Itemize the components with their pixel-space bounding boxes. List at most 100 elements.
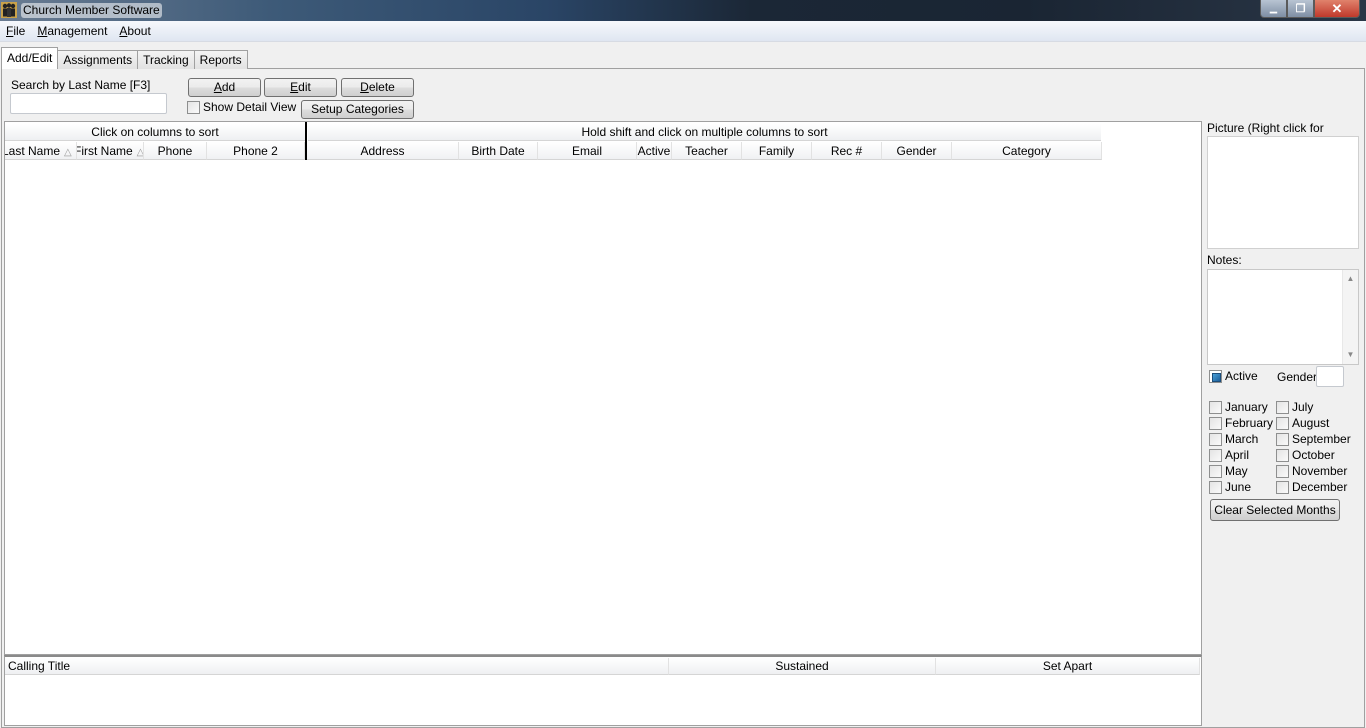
show-detail-view-option[interactable]: Show Detail View <box>187 100 296 114</box>
month-january[interactable]: January <box>1209 400 1268 414</box>
tab-tracking[interactable]: Tracking <box>137 50 195 69</box>
tab-strip: Add/Edit Assignments Tracking Reports <box>0 47 248 69</box>
callings-grid[interactable]: Calling Title Sustained Set Apart <box>4 655 1202 726</box>
column-header-phone[interactable]: Phone <box>144 142 207 160</box>
menu-about-label: bout <box>127 24 151 38</box>
menu-management-label: anagement <box>47 24 108 38</box>
month-checkbox[interactable] <box>1209 480 1222 494</box>
month-february[interactable]: February <box>1209 416 1273 430</box>
column-header-teacher[interactable]: Teacher <box>672 142 742 160</box>
month-may[interactable]: May <box>1209 464 1248 478</box>
column-header-family[interactable]: Family <box>742 142 812 160</box>
tab-add-edit[interactable]: Add/Edit <box>1 47 59 69</box>
active-checkbox[interactable] <box>1209 369 1222 383</box>
month-checkbox[interactable] <box>1276 464 1289 478</box>
add-label: dd <box>221 80 236 94</box>
month-checkbox[interactable] <box>1276 480 1289 494</box>
column-header-last-name[interactable]: Last Name △ <box>5 142 77 160</box>
month-july[interactable]: July <box>1276 400 1313 414</box>
month-checkbox[interactable] <box>1209 416 1222 430</box>
month-september[interactable]: September <box>1276 432 1351 446</box>
month-label: August <box>1292 416 1330 430</box>
scroll-down-icon[interactable]: ▼ <box>1343 348 1358 362</box>
setup-categories-button[interactable]: Setup Categories <box>301 100 414 119</box>
column-header-rec-number[interactable]: Rec # <box>812 142 882 160</box>
members-grid[interactable]: Click on columns to sort Hold shift and … <box>4 121 1202 655</box>
month-november[interactable]: November <box>1276 464 1347 478</box>
delete-button[interactable]: Delete <box>341 78 414 97</box>
column-header-set-apart[interactable]: Set Apart <box>936 658 1200 675</box>
sort-ascending-icon: △ <box>136 147 144 158</box>
month-december[interactable]: December <box>1276 480 1347 494</box>
column-header-email[interactable]: Email <box>538 142 637 160</box>
month-label: April <box>1225 448 1250 462</box>
month-april[interactable]: April <box>1209 448 1249 462</box>
column-header-phone-2[interactable]: Phone 2 <box>207 142 305 160</box>
month-label: July <box>1292 400 1314 414</box>
notes-textarea[interactable]: ▲ ▼ <box>1207 269 1359 365</box>
column-header-category[interactable]: Category <box>952 142 1102 160</box>
month-august[interactable]: August <box>1276 416 1329 430</box>
column-header-sustained[interactable]: Sustained <box>669 658 936 675</box>
notes-label: Notes: <box>1207 253 1242 267</box>
window-title: Church Member Software <box>21 3 162 18</box>
scroll-up-icon[interactable]: ▲ <box>1343 272 1358 286</box>
close-icon: ✕ <box>1331 0 1343 16</box>
close-button[interactable]: ✕ <box>1314 0 1360 18</box>
search-last-name-input[interactable] <box>10 93 167 114</box>
month-checkbox[interactable] <box>1276 400 1289 414</box>
app-people-icon <box>1 2 17 18</box>
delete-mnemonic: D <box>360 80 369 94</box>
column-headers: Last Name △ First Name △ Phone Phone 2 Add… <box>5 142 1102 160</box>
month-label: October <box>1292 448 1335 462</box>
add-button[interactable]: Add <box>188 78 261 97</box>
column-label: Last Name <box>5 144 61 158</box>
menu-file[interactable]: File <box>0 21 31 41</box>
month-checkbox[interactable] <box>1209 448 1222 462</box>
minimize-button[interactable]: ▁ <box>1260 0 1287 18</box>
add-mnemonic: A <box>213 80 222 94</box>
tab-assignments[interactable]: Assignments <box>57 50 139 69</box>
callings-column-headers: Calling Title Sustained Set Apart <box>5 658 1200 675</box>
month-june[interactable]: June <box>1209 480 1251 494</box>
gender-label: Gender <box>1277 370 1318 384</box>
maximize-button[interactable]: ❐ <box>1287 0 1314 18</box>
menu-about[interactable]: About <box>113 21 156 41</box>
month-checkbox[interactable] <box>1209 464 1222 478</box>
month-checkbox[interactable] <box>1209 400 1222 414</box>
menu-management[interactable]: Management <box>31 21 113 41</box>
scroll-band-header: Hold shift and click on multiple columns… <box>308 124 1101 141</box>
month-march[interactable]: March <box>1209 432 1258 446</box>
tab-reports[interactable]: Reports <box>193 50 248 69</box>
month-october[interactable]: October <box>1276 448 1335 462</box>
show-detail-view-checkbox[interactable] <box>187 100 200 114</box>
active-option[interactable]: Active <box>1209 369 1258 383</box>
month-checkbox[interactable] <box>1276 432 1289 446</box>
month-label: June <box>1225 480 1252 494</box>
minimize-icon: ▁ <box>1270 3 1277 13</box>
column-header-gender[interactable]: Gender <box>882 142 952 160</box>
edit-button[interactable]: Edit <box>264 78 337 97</box>
gender-input[interactable] <box>1316 366 1344 387</box>
column-header-active[interactable]: Active <box>637 142 672 160</box>
sort-ascending-icon: △ <box>64 147 72 158</box>
member-picture[interactable] <box>1207 136 1359 249</box>
delete-label: elete <box>368 80 395 94</box>
column-header-calling-title[interactable]: Calling Title <box>5 658 669 675</box>
column-header-address[interactable]: Address <box>307 142 459 160</box>
menu-file-label: ile <box>13 24 26 38</box>
month-label: September <box>1292 432 1351 446</box>
month-checkbox[interactable] <box>1276 448 1289 462</box>
column-label: First Name <box>77 144 133 158</box>
column-header-birth-date[interactable]: Birth Date <box>459 142 538 160</box>
month-checkbox[interactable] <box>1276 416 1289 430</box>
column-header-first-name[interactable]: First Name △ <box>77 142 144 160</box>
month-label: January <box>1225 400 1268 414</box>
frozen-column-divider <box>305 122 307 160</box>
notes-scrollbar[interactable]: ▲ ▼ <box>1342 270 1358 364</box>
frozen-band-header: Click on columns to sort <box>5 124 305 141</box>
month-label: November <box>1292 464 1348 478</box>
search-label: Search by Last Name [F3] <box>11 78 151 92</box>
month-checkbox[interactable] <box>1209 432 1222 446</box>
clear-selected-months-button[interactable]: Clear Selected Months <box>1210 499 1340 521</box>
